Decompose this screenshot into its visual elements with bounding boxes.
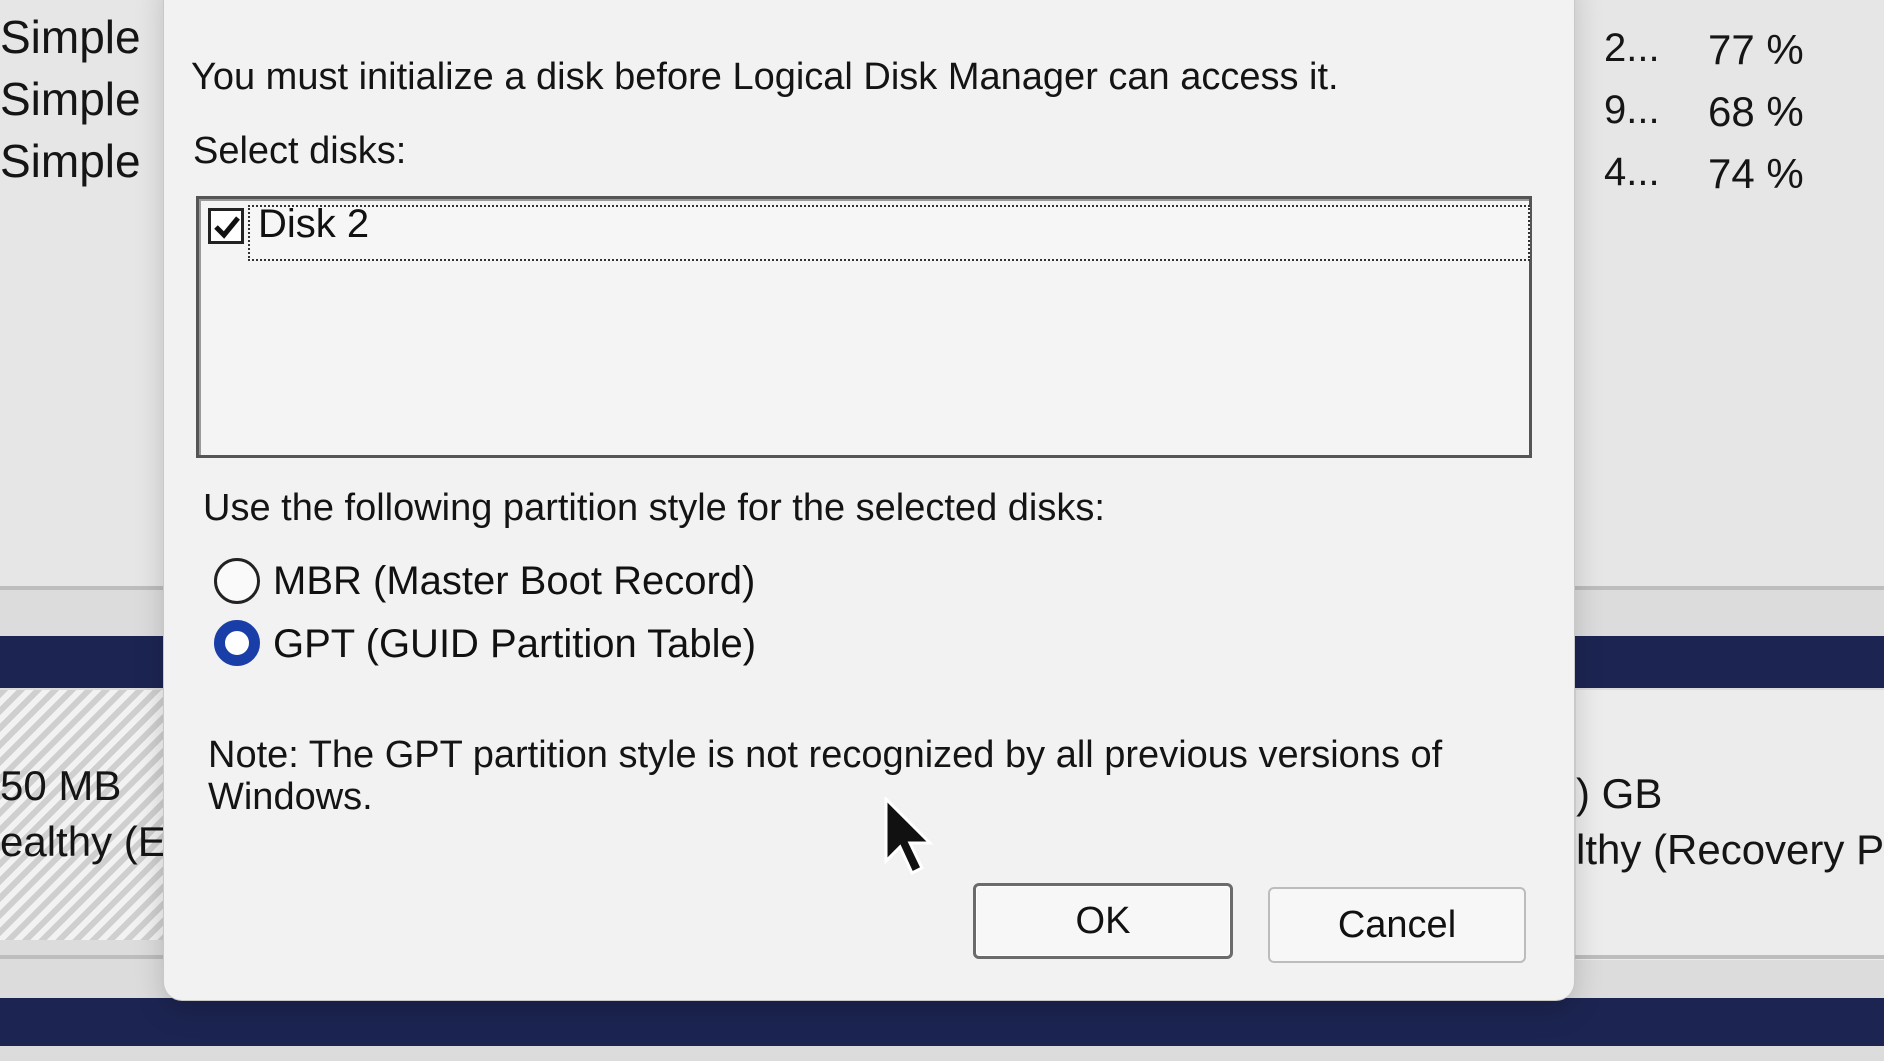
volume-type-2: Simple	[0, 73, 141, 125]
gpt-radio-label[interactable]: GPT (GUID Partition Table)	[273, 622, 756, 667]
gpt-note-line1: Note: The GPT partition style is not rec…	[208, 734, 1443, 776]
recovery-partition-block[interactable]	[1576, 690, 1884, 960]
gpt-note-line2: Windows.	[208, 776, 373, 818]
select-disks-label: Select disks:	[193, 130, 407, 172]
volume-type-1: Simple	[0, 11, 141, 63]
disk-2-checkbox[interactable]	[208, 208, 244, 244]
mbr-radio-label[interactable]: MBR (Master Boot Record)	[273, 559, 755, 604]
partition-style-label: Use the following partition style for th…	[203, 487, 1105, 529]
disk-item-focus-box	[248, 205, 1530, 261]
percent-free-3: 74 %	[1708, 150, 1804, 197]
efi-partition-status: ealthy (EF	[0, 818, 192, 865]
efi-partition-block[interactable]	[0, 690, 168, 940]
percent-free-1: 77 %	[1708, 26, 1804, 73]
dialog-message: You must initialize a disk before Logica…	[191, 56, 1339, 98]
volume-type-3: Simple	[0, 135, 141, 187]
cancel-button[interactable]: Cancel	[1268, 887, 1526, 963]
recovery-partition-status: lthy (Recovery P	[1576, 826, 1884, 873]
checkmark-icon	[214, 216, 240, 239]
free-space-1: 2...	[1604, 26, 1660, 70]
disk-2-label: Disk 2	[258, 202, 370, 246]
mbr-radio[interactable]	[214, 558, 260, 604]
gpt-radio[interactable]	[214, 620, 260, 666]
ok-button[interactable]: OK	[973, 883, 1233, 959]
percent-free-2: 68 %	[1708, 88, 1804, 135]
disk-footer-band	[0, 998, 1884, 1046]
recovery-partition-size: ) GB	[1576, 770, 1663, 817]
free-space-2: 9...	[1604, 88, 1660, 132]
free-space-3: 4...	[1604, 150, 1660, 194]
mouse-pointer-icon	[884, 795, 944, 882]
efi-partition-size: 50 MB	[0, 762, 122, 809]
